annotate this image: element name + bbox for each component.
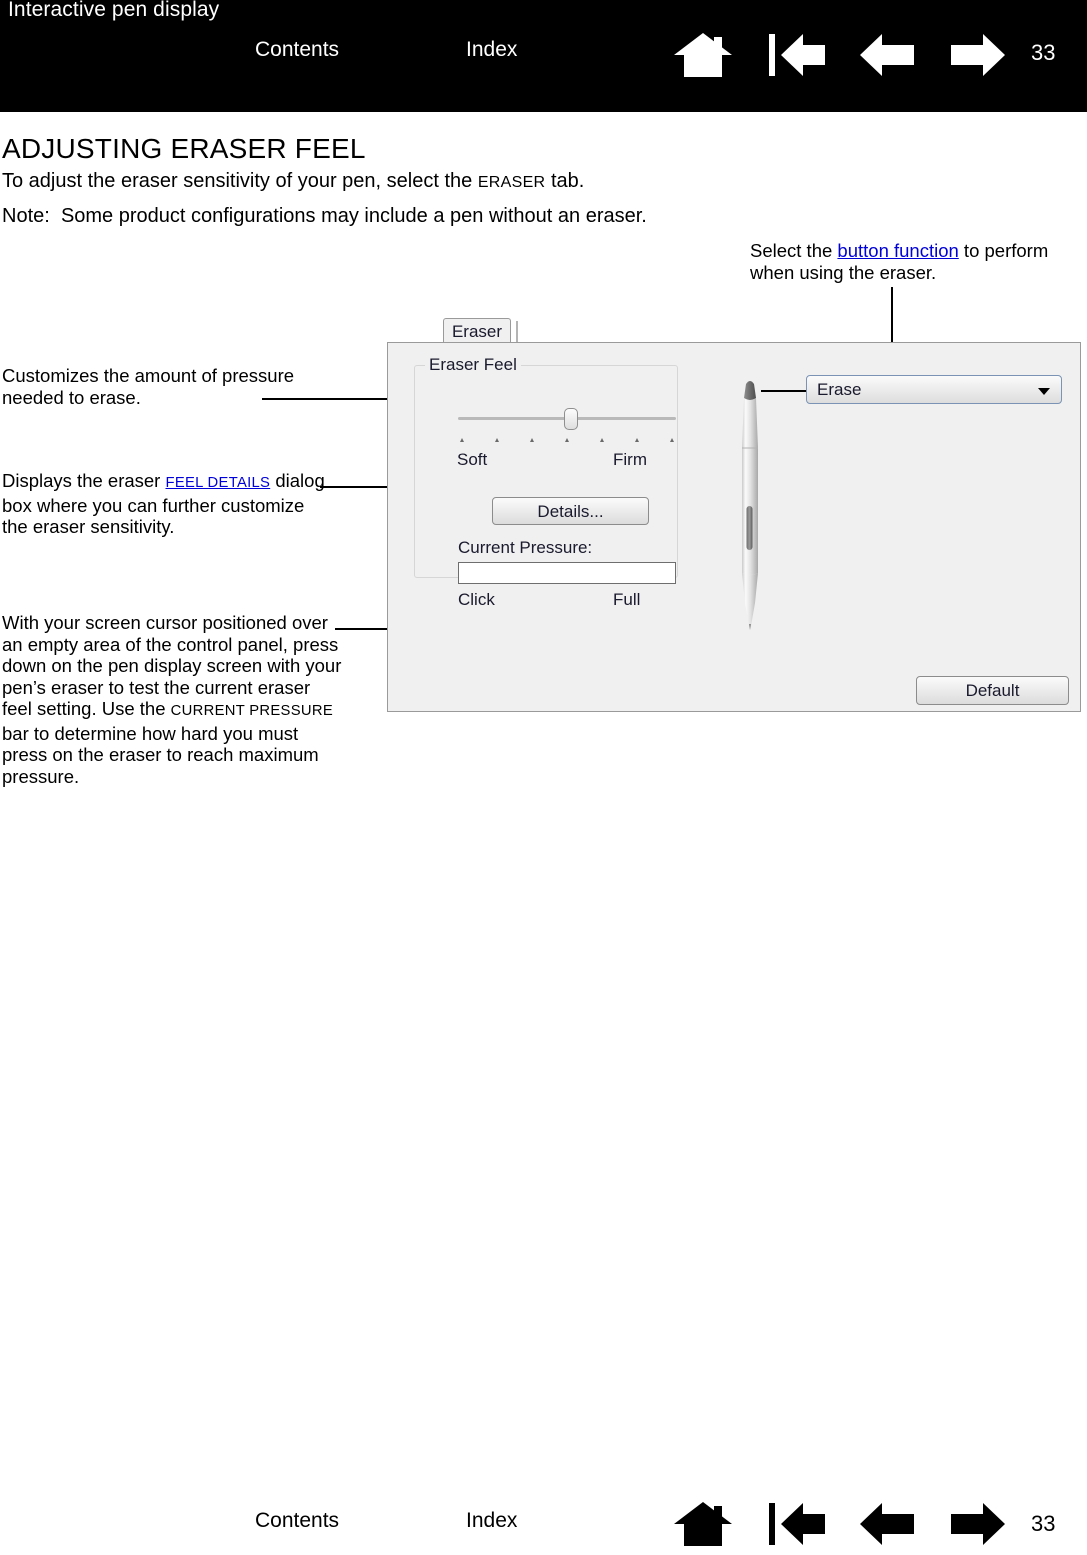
default-button[interactable]: Default xyxy=(916,676,1069,705)
go-to-first-icon[interactable] xyxy=(767,31,829,79)
leader-line-pen-eraser xyxy=(761,390,809,392)
footer-nav-icons xyxy=(672,1497,1022,1549)
header-nav-icons xyxy=(672,26,1022,82)
annotation-eraser-feel: Customizes the amount of pressure needed… xyxy=(2,365,295,408)
annotation-feel-details: Displays the eraser FEEL DETAILS dialog … xyxy=(2,470,332,538)
header-contents-link[interactable]: Contents xyxy=(255,38,339,62)
header-page-number: 33 xyxy=(1031,40,1056,65)
note-label: Note: xyxy=(2,205,50,227)
page-title: Interactive pen display xyxy=(8,0,220,21)
chevron-down-icon[interactable] xyxy=(1038,388,1050,395)
annotation-smallcaps-current-pressure: CURRENT PRESSURE xyxy=(170,703,334,719)
details-button[interactable]: Details... xyxy=(492,497,649,525)
eraser-button-function-dropdown[interactable]: Erase xyxy=(806,375,1062,404)
header-nav: Contents Index 33 xyxy=(0,26,1087,82)
intro-text-before: To adjust the eraser sensitivity of your… xyxy=(2,170,478,192)
header-index-link[interactable]: Index xyxy=(466,38,517,62)
tab-divider xyxy=(516,321,518,343)
annotation-text-part2: bar to determine how hard you must press… xyxy=(2,722,319,787)
button-function-link[interactable]: button function xyxy=(837,240,958,261)
slider-tick xyxy=(530,438,534,442)
home-icon[interactable] xyxy=(672,1500,734,1548)
previous-page-icon[interactable] xyxy=(858,1500,916,1548)
footer-contents-link[interactable]: Contents xyxy=(255,1509,339,1533)
intro-smallcaps-eraser: ERASER xyxy=(477,174,546,191)
note-paragraph: Note: Some product configurations may in… xyxy=(2,205,647,228)
pressure-max-label: Full xyxy=(613,590,641,609)
slider-tick xyxy=(670,438,674,442)
eraser-feel-groupbox: Eraser Feel Soft Firm Details... Current… xyxy=(414,355,678,609)
slider-min-label: Soft xyxy=(457,450,488,469)
pressure-min-label: Click xyxy=(458,590,495,609)
annotation-current-pressure: With your screen cursor positioned over … xyxy=(2,612,342,787)
slider-max-label: Firm xyxy=(613,450,647,469)
go-to-first-icon[interactable] xyxy=(767,1500,829,1548)
intro-paragraph: To adjust the eraser sensitivity of your… xyxy=(2,170,584,193)
slider-tick xyxy=(600,438,604,442)
pen-with-eraser-icon xyxy=(742,381,758,630)
previous-page-icon[interactable] xyxy=(858,31,916,79)
intro-text-after: tab. xyxy=(545,170,585,192)
current-pressure-bar xyxy=(458,562,676,584)
slider-tick xyxy=(495,438,499,442)
annotation-text-before: Displays the eraser xyxy=(2,470,166,491)
eraser-feel-slider[interactable] xyxy=(458,408,676,430)
slider-thumb[interactable] xyxy=(564,408,578,430)
dropdown-selected-value: Erase xyxy=(817,380,862,399)
note-text: Some product configurations may include … xyxy=(60,205,647,227)
footer-index-link[interactable]: Index xyxy=(466,1509,517,1533)
section-heading: ADJUSTING ERASER FEEL xyxy=(2,133,366,164)
annotation-text-before: Select the xyxy=(750,240,838,261)
tab-eraser[interactable]: Eraser xyxy=(443,318,511,344)
page-header: Interactive pen display Contents Index 3… xyxy=(0,0,1087,112)
next-page-icon[interactable] xyxy=(949,1500,1007,1548)
slider-tick xyxy=(460,438,464,442)
page-footer: Contents Index 33 xyxy=(0,1495,1087,1555)
footer-page-number: 33 xyxy=(1031,1511,1056,1536)
eraser-feel-group-title: Eraser Feel xyxy=(425,355,521,375)
slider-ticks xyxy=(458,438,676,446)
slider-tick xyxy=(635,438,639,442)
home-icon[interactable] xyxy=(672,31,734,79)
current-pressure-label: Current Pressure: xyxy=(458,538,593,557)
feel-details-link[interactable]: FEEL DETAILS xyxy=(165,475,270,491)
slider-tick xyxy=(565,438,569,442)
annotation-button-function: Select the button function to perform wh… xyxy=(750,240,1070,283)
next-page-icon[interactable] xyxy=(949,31,1007,79)
